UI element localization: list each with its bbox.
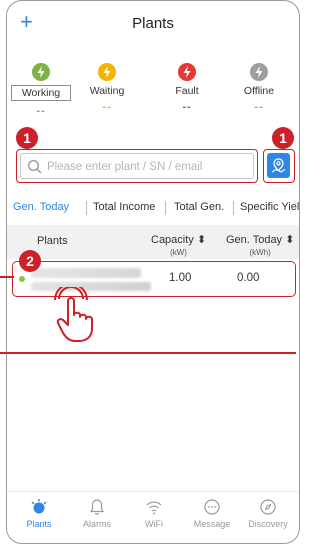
- tab-total-income[interactable]: Total Income: [93, 201, 155, 213]
- nav-alarms[interactable]: Alarms: [68, 498, 126, 529]
- callout-line: [0, 276, 14, 278]
- col-capacity[interactable]: Capacity ⬍ (kW): [151, 233, 206, 257]
- bolt-icon: [32, 63, 50, 81]
- sort-tabs: Gen. Today Total Income Total Gen. Speci…: [7, 195, 299, 223]
- tab-divider: [86, 201, 87, 215]
- map-pin-icon: [271, 158, 286, 173]
- status-summary: Working -- Waiting -- Fault -- Offline -…: [7, 57, 299, 117]
- bell-icon: [89, 499, 105, 515]
- search-input[interactable]: [47, 158, 247, 176]
- tab-gen-today[interactable]: Gen. Today: [13, 201, 69, 213]
- nav-label: Message: [193, 519, 231, 529]
- table-header: Plants Capacity ⬍ (kW) Gen. Today ⬍ (kWh…: [7, 225, 299, 259]
- col-gen-label: Gen. Today ⬍: [226, 234, 295, 246]
- status-value: --: [36, 105, 46, 117]
- search-icon: [27, 159, 42, 174]
- search-field[interactable]: [20, 153, 254, 179]
- col-capacity-unit: (kW): [170, 248, 187, 257]
- step-marker-1: 1: [16, 127, 38, 149]
- nav-message[interactable]: Message: [183, 498, 241, 529]
- page-title: Plants: [132, 15, 174, 32]
- tab-specific-yield[interactable]: Specific Yield: [240, 201, 299, 213]
- status-value: --: [182, 101, 192, 113]
- tab-divider: [233, 201, 234, 215]
- nav-label: WiFi: [145, 519, 163, 529]
- status-dot: [19, 276, 25, 282]
- bolt-icon: [98, 63, 116, 81]
- plant-name-redacted: [31, 268, 141, 278]
- nav-discovery[interactable]: Discovery: [239, 498, 297, 529]
- callout-line: [0, 352, 296, 354]
- step-marker-1b: 1: [272, 127, 294, 149]
- row-capacity: 1.00: [169, 272, 192, 284]
- nav-wifi[interactable]: WiFi: [125, 498, 183, 529]
- status-label: Offline: [243, 85, 275, 97]
- status-value: --: [102, 101, 112, 113]
- tap-hand-icon: [54, 287, 93, 342]
- tab-total-gen[interactable]: Total Gen.: [174, 201, 224, 213]
- status-working[interactable]: Working --: [11, 57, 71, 117]
- status-label: Waiting: [89, 85, 125, 97]
- phone-frame: + Plants Working -- Waiting -- Fault --: [6, 0, 300, 544]
- col-gen-today[interactable]: Gen. Today ⬍ (kWh): [226, 233, 294, 257]
- col-capacity-label: Capacity ⬍: [151, 234, 207, 246]
- search-box[interactable]: [16, 149, 258, 183]
- bottom-nav: Plants Alarms WiFi Message Discovery: [7, 491, 299, 543]
- status-label: Fault: [175, 85, 199, 97]
- nav-label: Alarms: [82, 519, 111, 529]
- status-fault[interactable]: Fault --: [157, 57, 217, 113]
- col-gen-unit: (kWh): [249, 248, 271, 257]
- message-icon: [204, 499, 220, 515]
- status-label: Working: [11, 85, 71, 101]
- status-value: --: [254, 101, 264, 113]
- row-gen-today: 0.00: [237, 272, 260, 284]
- header: + Plants: [7, 1, 299, 47]
- compass-icon: [260, 499, 276, 515]
- col-plants: Plants: [37, 235, 68, 247]
- nav-plants[interactable]: Plants: [10, 498, 68, 529]
- step-marker-2: 2: [19, 250, 41, 272]
- map-button-bg: [267, 153, 290, 178]
- map-button[interactable]: [263, 149, 295, 183]
- plants-icon: [31, 499, 47, 514]
- bolt-icon: [178, 63, 196, 81]
- nav-label: Discovery: [248, 519, 288, 529]
- status-offline[interactable]: Offline --: [229, 57, 289, 113]
- tab-divider: [165, 201, 166, 215]
- nav-label: Plants: [26, 519, 52, 529]
- wifi-icon: [146, 501, 162, 515]
- status-waiting[interactable]: Waiting --: [77, 57, 137, 113]
- bolt-icon: [250, 63, 268, 81]
